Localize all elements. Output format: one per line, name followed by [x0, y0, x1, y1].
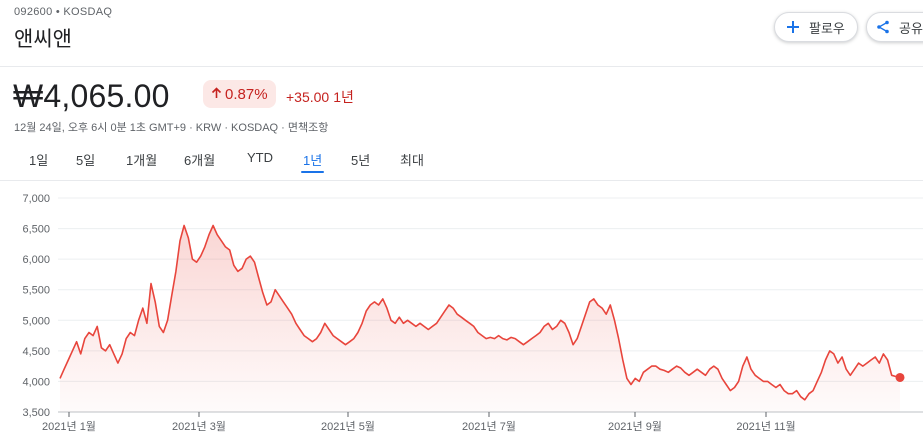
ticker-label: 092600 • KOSDAQ [14, 6, 113, 18]
x-tick-label: 2021년 7월 [462, 420, 516, 433]
tabs-divider [0, 180, 923, 181]
x-tick-label: 2021년 11월 [736, 420, 795, 433]
share-button-label: 공유 [899, 20, 923, 36]
range-tabs: 1일 5일 1개월 6개월 YTD 1년 5년 최대 [0, 150, 500, 174]
share-icon [875, 19, 891, 35]
change-absolute-group: +35.00 1년 [286, 87, 354, 107]
y-tick-label: 7,000 [22, 193, 50, 205]
quote-meta: 12월 24일, 오후 6시 0분 1초 GMT+9 · KRW · KOSDA… [14, 122, 329, 134]
arrow-up-icon [211, 86, 222, 102]
header-divider [0, 66, 923, 67]
tab-ytd[interactable]: YTD [247, 150, 273, 165]
y-tick-label: 4,500 [22, 346, 50, 358]
x-tick-label: 2021년 9월 [608, 420, 662, 433]
tab-1m[interactable]: 1개월 [126, 150, 157, 169]
change-percent: 0.87% [225, 85, 268, 103]
x-axis: 2021년 1월 2021년 3월 2021년 5월 2021년 7월 2021년 9월… [42, 412, 796, 433]
tab-1y[interactable]: 1년 [300, 150, 325, 173]
company-name: 앤씨앤 [14, 27, 72, 51]
price-area-fill [60, 225, 900, 412]
y-tick-label: 3,500 [22, 407, 50, 419]
last-price-dot [895, 372, 905, 382]
tab-1d[interactable]: 1일 [29, 150, 48, 169]
x-tick-label: 2021년 5월 [321, 420, 375, 433]
plus-icon [785, 19, 801, 35]
tab-5d[interactable]: 5일 [76, 150, 95, 169]
tab-5y[interactable]: 5년 [351, 150, 370, 169]
y-tick-label: 5,500 [22, 285, 50, 297]
change-absolute: +35.00 [286, 89, 330, 105]
tab-6m[interactable]: 6개월 [184, 150, 215, 169]
x-tick-label: 2021년 1월 [42, 420, 96, 433]
y-tick-label: 4,000 [22, 376, 50, 388]
x-tick-label: 2021년 3월 [172, 420, 226, 433]
follow-button-label: 팔로우 [809, 20, 845, 36]
y-tick-label: 6,000 [22, 254, 50, 266]
y-tick-label: 6,500 [22, 224, 50, 236]
y-tick-label: 5,000 [22, 315, 50, 327]
current-price: ₩4,065.00 [13, 78, 170, 114]
change-period: 1년 [333, 89, 354, 105]
price-chart[interactable]: 7,000 6,500 6,000 5,500 5,000 4,500 4,000 3,500… [0, 186, 923, 440]
share-button[interactable]: 공유 [866, 12, 923, 42]
change-percent-chip: 0.87% [203, 80, 276, 108]
y-axis-labels: 7,000 6,500 6,000 5,500 5,000 4,500 4,000 3,500 [22, 193, 50, 419]
follow-button[interactable]: 팔로우 [774, 12, 858, 42]
tab-max[interactable]: 최대 [400, 150, 424, 169]
